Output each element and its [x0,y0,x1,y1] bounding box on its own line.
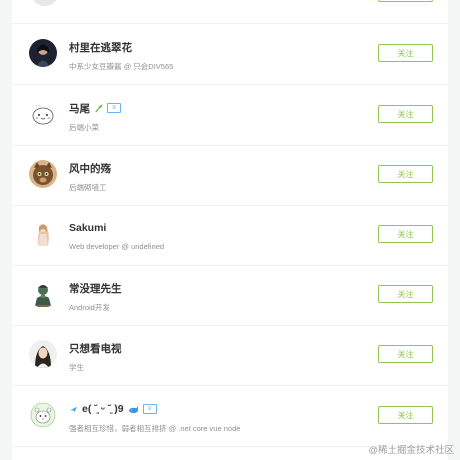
user-row[interactable]: 风中的殇 后端砌墙工 关注 [12,145,448,206]
dark-portrait-avatar[interactable] [29,39,57,67]
user-name[interactable]: e( ˘͈ ᵕ ˘͈ )9 [82,403,124,415]
user-row[interactable]: 村里在逃翠花 中系少女豆瓣酱 @ 只会DIV565 关注 [12,24,448,85]
follow-button[interactable]: 关注 [378,345,433,363]
cartoon-animal-avatar[interactable] [29,401,57,429]
user-name[interactable]: Sakumi [69,222,106,234]
user-description: Web developer @ undefined [69,242,165,251]
level-badge: ≡ [142,404,157,414]
user-description: 学生 [69,363,84,372]
user-name-line: 常没理先生 [69,281,122,295]
user-name[interactable]: 村里在逃翠花 [69,40,132,55]
follow-button[interactable]: 关注 [378,225,433,243]
user-description: Android开发 [69,303,110,312]
anime-girl-avatar[interactable] [29,220,57,248]
user-name-line: 只想看电视 [69,341,122,355]
watermark: @稀土掘金技术社区 [368,445,454,456]
statue-avatar[interactable] [29,280,57,308]
user-name-line: 风中的殇 [69,161,111,175]
user-description: 中系少女豆瓣酱 @ 只会DIV565 [69,62,174,71]
user-row[interactable]: Sakumi Web developer @ undefined 关注 [12,205,448,266]
user-name[interactable]: 常没理先生 [69,281,122,296]
follow-button[interactable] [378,0,433,2]
follow-button[interactable]: 关注 [378,406,433,424]
user-description: 后端砌墙工 [69,183,107,192]
user-description: 强者相互珍惜，弱者相互排挤 @ .net core vue node [69,424,241,433]
user-row[interactable]: 只想看电视 学生 关注 [12,325,448,386]
follow-button[interactable]: 关注 [378,165,433,183]
user-row[interactable]: 常没理先生 Android开发 关注 [12,265,448,326]
follow-button[interactable]: 关注 [378,44,433,62]
user-description: 后端小菜 [69,123,99,132]
user-name[interactable]: 马尾 [69,101,90,116]
user-row[interactable]: ~ ~ 马尾 ≡ 后端小菜 关注 [12,85,448,146]
follow-button[interactable]: 关注 [378,285,433,303]
user-name-line: Sakumi [69,221,106,235]
follow-button[interactable]: 关注 [378,105,433,123]
user-name-line: 马尾 ≡ [69,101,121,115]
cartoon-cat-avatar[interactable]: ~ ~ [29,100,57,128]
sprout-icon [95,104,103,112]
user-name-line: 村里在逃翠花 [69,40,132,54]
user-name[interactable]: 风中的殇 [69,161,111,176]
plane-icon [69,406,78,412]
brown-cat-avatar[interactable] [29,160,57,188]
whale-icon [128,405,138,413]
user-name-line: e( ˘͈ ᵕ ˘͈ )9 ≡ [69,402,157,416]
level-badge: ≡ [107,103,121,113]
user-name[interactable]: 只想看电视 [69,341,122,356]
svg-text:~ ~: ~ ~ [35,103,41,107]
user-row[interactable]: e( ˘͈ ᵕ ˘͈ )9 ≡ 强者相互珍惜，弱者相互排挤 @ .net cor… [12,386,448,447]
girl-photo-avatar[interactable] [29,340,57,368]
avatar[interactable] [32,0,58,6]
previous-row-stub [12,0,448,24]
followers-panel: 村里在逃翠花 中系少女豆瓣酱 @ 只会DIV565 关注 ~ ~ 马尾 ≡ 后端… [12,0,448,460]
